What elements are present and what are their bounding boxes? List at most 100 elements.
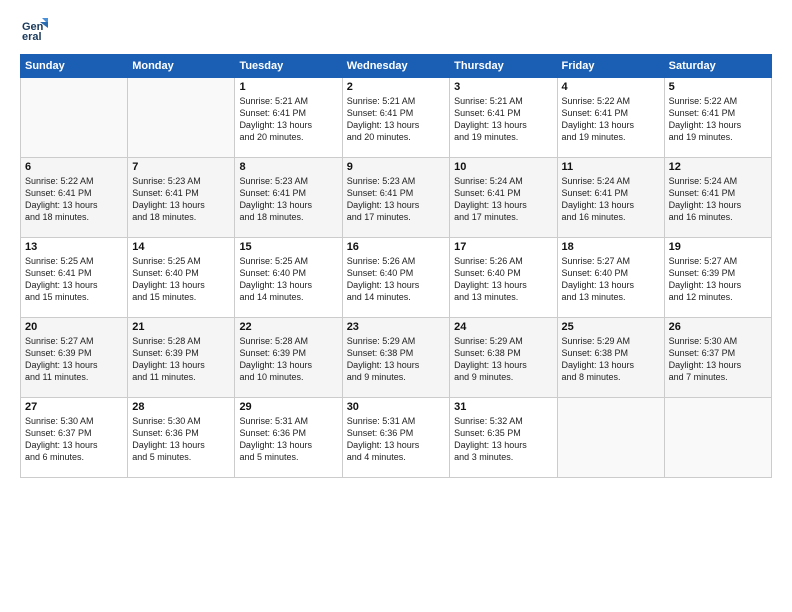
day-content: Sunrise: 5:23 AM Sunset: 6:41 PM Dayligh… [239, 175, 337, 224]
table-row: 24 Sunrise: 5:29 AM Sunset: 6:38 PM Dayli… [450, 318, 557, 398]
day-content: Sunrise: 5:22 AM Sunset: 6:41 PM Dayligh… [25, 175, 123, 224]
day-number: 21 [132, 321, 230, 333]
day-content: Sunrise: 5:31 AM Sunset: 6:36 PM Dayligh… [347, 415, 445, 464]
day-number: 13 [25, 241, 123, 253]
day-content: Sunrise: 5:25 AM Sunset: 6:41 PM Dayligh… [25, 255, 123, 304]
calendar-table: Sunday Monday Tuesday Wednesday Thursday… [20, 54, 772, 478]
day-number: 30 [347, 401, 445, 413]
day-content: Sunrise: 5:30 AM Sunset: 6:36 PM Dayligh… [132, 415, 230, 464]
day-number: 16 [347, 241, 445, 253]
table-row: 16 Sunrise: 5:26 AM Sunset: 6:40 PM Dayli… [342, 238, 449, 318]
col-monday: Monday [128, 55, 235, 78]
day-number: 23 [347, 321, 445, 333]
day-number: 11 [562, 161, 660, 173]
table-row [664, 398, 771, 478]
day-number: 15 [239, 241, 337, 253]
table-row: 6 Sunrise: 5:22 AM Sunset: 6:41 PM Daylig… [21, 158, 128, 238]
day-number: 3 [454, 81, 552, 93]
table-row: 28 Sunrise: 5:30 AM Sunset: 6:36 PM Dayli… [128, 398, 235, 478]
day-content: Sunrise: 5:24 AM Sunset: 6:41 PM Dayligh… [454, 175, 552, 224]
day-number: 17 [454, 241, 552, 253]
day-number: 27 [25, 401, 123, 413]
day-content: Sunrise: 5:28 AM Sunset: 6:39 PM Dayligh… [132, 335, 230, 384]
day-content: Sunrise: 5:32 AM Sunset: 6:35 PM Dayligh… [454, 415, 552, 464]
table-row: 21 Sunrise: 5:28 AM Sunset: 6:39 PM Dayli… [128, 318, 235, 398]
table-row: 12 Sunrise: 5:24 AM Sunset: 6:41 PM Dayli… [664, 158, 771, 238]
day-content: Sunrise: 5:26 AM Sunset: 6:40 PM Dayligh… [347, 255, 445, 304]
col-friday: Friday [557, 55, 664, 78]
day-content: Sunrise: 5:26 AM Sunset: 6:40 PM Dayligh… [454, 255, 552, 304]
table-row: 27 Sunrise: 5:30 AM Sunset: 6:37 PM Dayli… [21, 398, 128, 478]
day-content: Sunrise: 5:21 AM Sunset: 6:41 PM Dayligh… [239, 95, 337, 144]
calendar-week-row: 1 Sunrise: 5:21 AM Sunset: 6:41 PM Daylig… [21, 78, 772, 158]
day-number: 31 [454, 401, 552, 413]
calendar-week-row: 13 Sunrise: 5:25 AM Sunset: 6:41 PM Dayli… [21, 238, 772, 318]
day-content: Sunrise: 5:22 AM Sunset: 6:41 PM Dayligh… [669, 95, 767, 144]
day-number: 22 [239, 321, 337, 333]
day-content: Sunrise: 5:29 AM Sunset: 6:38 PM Dayligh… [562, 335, 660, 384]
day-content: Sunrise: 5:27 AM Sunset: 6:39 PM Dayligh… [669, 255, 767, 304]
table-row: 26 Sunrise: 5:30 AM Sunset: 6:37 PM Dayli… [664, 318, 771, 398]
day-number: 28 [132, 401, 230, 413]
day-number: 12 [669, 161, 767, 173]
day-content: Sunrise: 5:22 AM Sunset: 6:41 PM Dayligh… [562, 95, 660, 144]
day-number: 1 [239, 81, 337, 93]
day-number: 9 [347, 161, 445, 173]
table-row: 15 Sunrise: 5:25 AM Sunset: 6:40 PM Dayli… [235, 238, 342, 318]
table-row: 30 Sunrise: 5:31 AM Sunset: 6:36 PM Dayli… [342, 398, 449, 478]
logo-icon: Gen eral [20, 14, 48, 42]
col-saturday: Saturday [664, 55, 771, 78]
day-content: Sunrise: 5:25 AM Sunset: 6:40 PM Dayligh… [239, 255, 337, 304]
col-tuesday: Tuesday [235, 55, 342, 78]
table-row: 20Sunrise: 5:27 AM Sunset: 6:39 PM Dayli… [21, 318, 128, 398]
table-row: 31 Sunrise: 5:32 AM Sunset: 6:35 PM Dayli… [450, 398, 557, 478]
table-row: 19 Sunrise: 5:27 AM Sunset: 6:39 PM Dayli… [664, 238, 771, 318]
day-number: 19 [669, 241, 767, 253]
day-number: 2 [347, 81, 445, 93]
table-row: 5 Sunrise: 5:22 AM Sunset: 6:41 PM Daylig… [664, 78, 771, 158]
day-content: Sunrise: 5:30 AM Sunset: 6:37 PM Dayligh… [669, 335, 767, 384]
day-content: Sunrise: 5:27 AM Sunset: 6:39 PM Dayligh… [25, 335, 123, 384]
table-row: 18Sunrise: 5:27 AM Sunset: 6:40 PM Dayli… [557, 238, 664, 318]
table-row: 25 Sunrise: 5:29 AM Sunset: 6:38 PM Dayli… [557, 318, 664, 398]
table-row: 8 Sunrise: 5:23 AM Sunset: 6:41 PM Daylig… [235, 158, 342, 238]
col-sunday: Sunday [21, 55, 128, 78]
calendar-week-row: 6 Sunrise: 5:22 AM Sunset: 6:41 PM Daylig… [21, 158, 772, 238]
calendar-header-row: Sunday Monday Tuesday Wednesday Thursday… [21, 55, 772, 78]
day-content: Sunrise: 5:23 AM Sunset: 6:41 PM Dayligh… [132, 175, 230, 224]
col-wednesday: Wednesday [342, 55, 449, 78]
day-number: 6 [25, 161, 123, 173]
day-content: Sunrise: 5:29 AM Sunset: 6:38 PM Dayligh… [454, 335, 552, 384]
calendar-page: Gen eral Sunday Monday Tuesday Wednesday… [0, 0, 792, 612]
table-row: 13 Sunrise: 5:25 AM Sunset: 6:41 PM Dayli… [21, 238, 128, 318]
table-row: 14Sunrise: 5:25 AM Sunset: 6:40 PM Dayli… [128, 238, 235, 318]
table-row: 22Sunrise: 5:28 AM Sunset: 6:39 PM Dayli… [235, 318, 342, 398]
day-content: Sunrise: 5:31 AM Sunset: 6:36 PM Dayligh… [239, 415, 337, 464]
day-number: 10 [454, 161, 552, 173]
day-number: 24 [454, 321, 552, 333]
day-number: 29 [239, 401, 337, 413]
day-content: Sunrise: 5:24 AM Sunset: 6:41 PM Dayligh… [562, 175, 660, 224]
page-header: Gen eral [20, 16, 772, 44]
table-row: 9 Sunrise: 5:23 AM Sunset: 6:41 PM Daylig… [342, 158, 449, 238]
day-number: 25 [562, 321, 660, 333]
svg-text:eral: eral [22, 31, 42, 42]
day-content: Sunrise: 5:27 AM Sunset: 6:40 PM Dayligh… [562, 255, 660, 304]
table-row: 11 Sunrise: 5:24 AM Sunset: 6:41 PM Dayli… [557, 158, 664, 238]
col-thursday: Thursday [450, 55, 557, 78]
day-content: Sunrise: 5:24 AM Sunset: 6:41 PM Dayligh… [669, 175, 767, 224]
table-row: 29 Sunrise: 5:31 AM Sunset: 6:36 PM Dayli… [235, 398, 342, 478]
day-number: 5 [669, 81, 767, 93]
day-content: Sunrise: 5:30 AM Sunset: 6:37 PM Dayligh… [25, 415, 123, 464]
table-row: 7Sunrise: 5:23 AM Sunset: 6:41 PM Daylig… [128, 158, 235, 238]
calendar-week-row: 20Sunrise: 5:27 AM Sunset: 6:39 PM Dayli… [21, 318, 772, 398]
day-number: 26 [669, 321, 767, 333]
table-row: 23Sunrise: 5:29 AM Sunset: 6:38 PM Dayli… [342, 318, 449, 398]
day-content: Sunrise: 5:23 AM Sunset: 6:41 PM Dayligh… [347, 175, 445, 224]
table-row: 17 Sunrise: 5:26 AM Sunset: 6:40 PM Dayli… [450, 238, 557, 318]
table-row [128, 78, 235, 158]
table-row: 4Sunrise: 5:22 AM Sunset: 6:41 PM Daylig… [557, 78, 664, 158]
day-number: 8 [239, 161, 337, 173]
day-number: 14 [132, 241, 230, 253]
table-row: 2Sunrise: 5:21 AM Sunset: 6:41 PM Daylig… [342, 78, 449, 158]
